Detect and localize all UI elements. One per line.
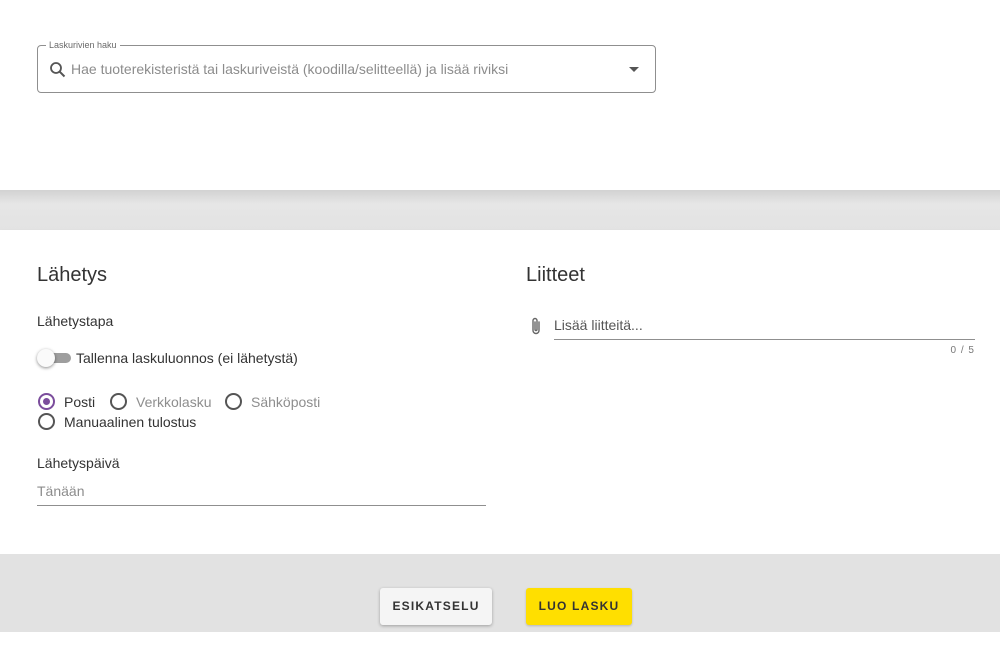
- attachments-title: Liitteet: [526, 264, 585, 286]
- sending-date-label: Lähetyspäivä: [37, 455, 120, 471]
- radio-manual-print[interactable]: Manuaalinen tulostus: [38, 413, 196, 430]
- caret-down-icon[interactable]: [629, 67, 639, 72]
- page-footer-area: [0, 632, 1000, 667]
- sending-date-input[interactable]: Tänään: [37, 483, 84, 499]
- radio-sahkoposti-circle[interactable]: [225, 393, 242, 410]
- action-bar: [0, 554, 1000, 632]
- save-draft-label[interactable]: Tallenna laskuluonnos (ei lähetystä): [76, 350, 298, 366]
- section-divider: [0, 190, 1000, 230]
- invoice-rows-card: Laskurivien haku Hae tuoterekisteristä t…: [0, 0, 1000, 190]
- invoice-row-search-field[interactable]: Laskurivien haku Hae tuoterekisteristä t…: [37, 39, 656, 93]
- radio-posti[interactable]: Posti: [38, 393, 95, 410]
- add-attachments-input[interactable]: Lisää liitteitä...: [554, 317, 643, 333]
- attachments-counter: 0 / 5: [950, 345, 975, 356]
- radio-posti-circle[interactable]: [38, 393, 55, 410]
- sending-date-underline: [37, 505, 486, 506]
- radio-verkkolasku-circle[interactable]: [110, 393, 127, 410]
- radio-manual-print-circle[interactable]: [38, 413, 55, 430]
- radio-sahkoposti-label: Sähköposti: [251, 393, 321, 410]
- paperclip-icon[interactable]: [529, 316, 543, 336]
- radio-manual-print-label: Manuaalinen tulostus: [64, 413, 197, 430]
- toggle-thumb[interactable]: [37, 349, 55, 367]
- preview-button[interactable]: ESIKATSELU: [380, 588, 492, 625]
- radio-verkkolasku[interactable]: Verkkolasku: [110, 393, 211, 410]
- sending-title: Lähetys: [37, 264, 108, 286]
- radio-sahkoposti[interactable]: Sähköposti: [225, 393, 320, 410]
- attachments-underline: [554, 339, 975, 340]
- search-input[interactable]: Hae tuoterekisteristä tai laskuriveistä …: [71, 61, 508, 77]
- search-icon: [49, 61, 67, 79]
- save-draft-toggle[interactable]: [37, 349, 71, 367]
- create-invoice-button[interactable]: LUO LASKU: [526, 588, 632, 625]
- radio-posti-label: Posti: [64, 393, 96, 410]
- radio-verkkolasku-label: Verkkolasku: [136, 393, 212, 410]
- search-field-legend: Laskurivien haku: [46, 39, 120, 51]
- sending-method-label: Lähetystapa: [37, 313, 114, 329]
